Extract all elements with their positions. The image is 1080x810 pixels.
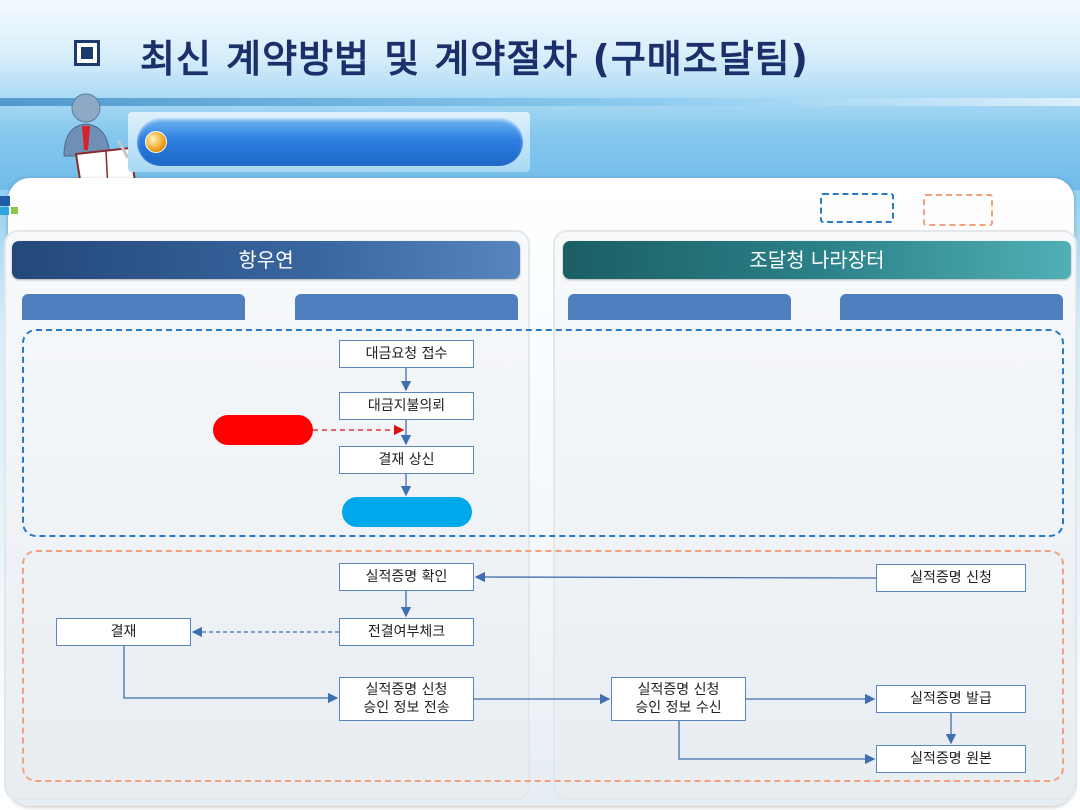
step-payment-request: 대금지불의뢰 [339,392,474,420]
step-certificate-original: 실적증명 원본 [876,745,1026,773]
step-certificate-confirm: 실적증명 확인 [339,563,474,591]
step-approval-info-send: 실적증명 신청 승인 정보 전송 [339,677,474,721]
cyan-marker [342,497,472,527]
sub-column-tab [295,294,518,320]
step-line: 승인 정보 전송 [363,700,450,716]
step-line: 실적증명 신청 [365,682,448,698]
sub-column-tab [840,294,1063,320]
step-approval: 결재 [56,618,191,646]
orange-dot-icon [145,131,167,153]
sub-column-tab [22,294,245,320]
corner-square-icon [0,207,9,215]
step-payment-request-received: 대금요청 접수 [339,340,474,368]
legend-blue-dashed-box [820,193,894,223]
step-certificate-issue: 실적증명 발급 [876,685,1026,713]
legend-orange-dashed-box [923,194,993,226]
header-swoosh [0,98,1080,106]
subtitle-pill [137,118,523,166]
right-column-header: 조달청 나라장터 [563,241,1071,279]
corner-square-icon [11,207,18,214]
title-bullet-icon [74,40,100,66]
step-line: 실적증명 신청 [637,682,720,698]
step-approval-info-receive: 실적증명 신청 승인 정보 수신 [611,677,746,721]
page-title: 최신 계약방법 및 계약절차 (구매조달팀) [140,37,810,81]
sub-column-tab [568,294,791,320]
corner-square-icon [0,196,10,206]
red-marker [213,415,313,445]
step-delegation-check: 전결여부체크 [339,618,474,646]
step-line: 승인 정보 수신 [635,700,722,716]
left-column-header: 항우연 [12,241,520,279]
payment-process-zone [22,329,1064,537]
step-certificate-apply: 실적증명 신청 [876,564,1026,592]
step-approval-submit: 결재 상신 [339,446,474,474]
